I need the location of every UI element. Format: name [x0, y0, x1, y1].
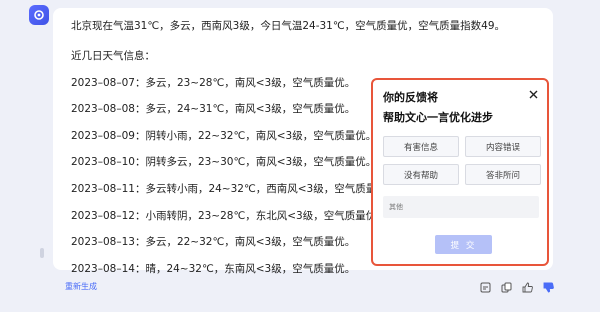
forecast-line: 2023–08–09：阴转小雨，22~32℃，南风<3级，空气质量优。 [71, 130, 377, 142]
option-content-error[interactable]: 内容错误 [465, 136, 541, 157]
forecast-heading: 近几日天气信息： [71, 50, 155, 62]
scroll-indicator [40, 248, 44, 258]
copy-icon[interactable] [478, 280, 493, 295]
share-icon[interactable] [499, 280, 514, 295]
regenerate-button[interactable]: 重新生成 [65, 281, 97, 292]
forecast-line: 2023–08–11：多云转小雨，24~32℃，西南风<3级，空气质量优。 [71, 183, 398, 195]
forecast-line: 2023–08–08：多云，24~31℃，南风<3级，空气质量优。 [71, 103, 356, 115]
forecast-line: 2023–08–07：多云，23~28℃，南风<3级，空气质量优。 [71, 77, 356, 89]
option-not-helpful[interactable]: 没有帮助 [383, 164, 459, 185]
feedback-dialog: 你的反馈将 帮助文心一言优化进步 有害信息 内容错误 没有帮助 答非所问 提 交 [371, 78, 549, 266]
submit-button[interactable]: 提 交 [435, 235, 492, 254]
feedback-subtitle: 帮助文心一言优化进步 [383, 111, 493, 124]
option-off-topic[interactable]: 答非所问 [465, 164, 541, 185]
close-icon[interactable] [527, 88, 539, 100]
forecast-line: 2023–08–10：阴转多云，23~30℃，南风<3级，空气质量优。 [71, 156, 377, 168]
current-weather-text: 北京现在气温31℃，多云，西南风3级，今日气温24-31℃，空气质量优，空气质量… [71, 20, 505, 32]
other-feedback-input[interactable] [383, 196, 539, 218]
forecast-line: 2023–08–14：晴，24~32℃，东南风<3级，空气质量优。 [71, 263, 356, 275]
feedback-title: 你的反馈将 [383, 91, 438, 104]
option-harmful-info[interactable]: 有害信息 [383, 136, 459, 157]
forecast-line: 2023–08–12：小雨转阴，23~28℃，东北风<3级，空气质量优。 [71, 210, 387, 222]
forecast-line: 2023–08–13：多云，22~32℃，南风<3级，空气质量优。 [71, 236, 356, 248]
message-actions [478, 280, 556, 295]
thumbs-down-icon[interactable] [541, 280, 556, 295]
thumbs-up-icon[interactable] [520, 280, 535, 295]
ernie-bot-logo-icon [29, 5, 49, 25]
